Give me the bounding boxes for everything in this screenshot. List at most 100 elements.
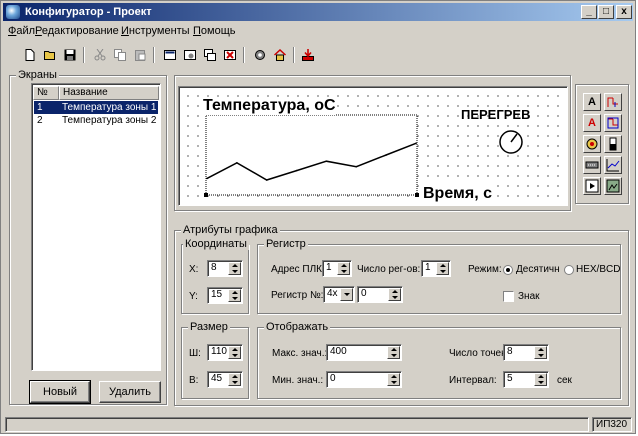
variable-text-icon [607,97,618,107]
spin-arrows[interactable] [337,262,350,275]
settings-button[interactable] [251,46,269,64]
text-tool[interactable]: A [583,93,601,111]
points-count-value: 8 [507,346,513,357]
plc-address-stepper[interactable]: 1 [322,260,352,277]
spin-arrows[interactable] [436,262,449,275]
spin-arrows[interactable] [388,288,401,301]
register-number-stepper[interactable]: 0 [357,286,403,303]
trend-icon [606,159,620,172]
bar-tool[interactable] [604,135,622,153]
indicator-tool[interactable] [583,135,601,153]
dynamic-text-icon: A [588,117,596,129]
screens-list[interactable]: № Название 1 Температура зоны 1 2 Темпер… [31,83,161,371]
sign-checkbox[interactable] [503,291,514,302]
display-label: Отображать [264,321,331,333]
data-point [236,162,238,164]
paste-button[interactable] [131,46,149,64]
cut-button[interactable] [91,46,109,64]
column-header-name[interactable]: Название [59,86,159,100]
x-label: X: [189,264,199,275]
chart-title: Температура, оС [203,97,336,115]
floppy-icon [64,49,76,61]
keypad-tool[interactable] [583,156,601,174]
height-stepper[interactable]: 45 [207,371,243,388]
download-button[interactable] [299,46,317,64]
min-value-stepper[interactable]: 0 [326,371,402,388]
interval-label: Интервал: [449,375,497,386]
row-name: Температура зоны 1 [62,102,157,113]
gauge-icon[interactable] [496,127,526,157]
main-window: Конфигуратор - Проект _ □ x Файл Редакти… [0,0,636,434]
title-bar[interactable]: Конфигуратор - Проект _ □ x [3,3,633,21]
list-item[interactable]: 2 Температура зоны 2 [34,114,158,127]
menu-tools[interactable]: Инструменты [121,25,190,37]
y-label: Y: [189,291,198,302]
width-stepper[interactable]: 110 [207,344,243,361]
spin-arrows[interactable] [387,373,400,386]
status-bar: ИП320 [3,416,633,433]
screen-settings-button[interactable] [181,46,199,64]
width-label: Ш: [189,348,201,359]
screen-copy-button[interactable] [201,46,219,64]
delete-screen-button[interactable] [221,46,239,64]
button-tool[interactable] [583,177,601,195]
close-button[interactable]: x [616,5,632,19]
data-point [355,165,358,168]
y-stepper[interactable]: 15 [207,287,243,304]
new-file-button[interactable] [21,46,39,64]
spin-arrows[interactable] [228,346,241,359]
menu-file[interactable]: Файл [8,25,35,37]
picture-tool[interactable] [604,177,622,195]
points-count-stepper[interactable]: 8 [503,344,549,361]
mode-decimal-label[interactable]: Десятичн [516,264,560,276]
mode-hex-radio[interactable] [564,265,574,275]
menu-help[interactable]: Помощь [193,25,236,37]
trend-tool[interactable] [604,156,622,174]
spin-arrows[interactable] [228,289,241,302]
home-button[interactable] [271,46,289,64]
screen-preview[interactable]: Температура, оС Время, с ПЕРЕГРЕВ [178,86,568,206]
variable-text-tool[interactable] [604,93,622,111]
copy-button[interactable] [111,46,129,64]
menu-bar: Файл Редактирование Инструменты Помощь [3,23,633,40]
minimize-button[interactable]: _ [581,5,597,19]
register-count-stepper[interactable]: 1 [421,260,451,277]
picture-icon [606,179,620,193]
chevron-down-icon[interactable] [340,288,353,301]
toolbar-separator [153,47,155,63]
maximize-button[interactable]: □ [598,5,614,19]
y-value: 15 [211,289,223,300]
dynamic-text-tool[interactable]: A [583,114,601,132]
scissors-icon [94,49,106,61]
row-number: 1 [37,102,43,113]
register-text-tool[interactable] [604,114,622,132]
keypad-icon [585,161,599,169]
delete-screen-list-button[interactable]: Удалить [99,381,161,403]
max-value-stepper[interactable]: 400 [326,344,402,361]
list-item[interactable]: 1 Температура зоны 1 [34,101,158,114]
mode-decimal-radio[interactable] [503,265,513,275]
mode-hex-label[interactable]: HEX/BCD [576,264,620,276]
save-button[interactable] [61,46,79,64]
spin-arrows[interactable] [534,346,547,359]
screens-label: Экраны [16,69,59,81]
open-button[interactable] [41,46,59,64]
new-screen-button[interactable]: Новый [29,380,91,404]
spin-arrows[interactable] [228,262,241,275]
spin-arrows[interactable] [387,346,400,359]
spin-arrows[interactable] [534,373,547,386]
add-screen-button[interactable] [161,46,179,64]
max-value: 400 [330,346,347,357]
register-type-select[interactable]: 4x [323,286,355,303]
x-stepper[interactable]: 8 [207,260,243,277]
resize-handle[interactable] [415,193,419,197]
resize-handle[interactable] [204,193,208,197]
spin-arrows[interactable] [228,373,241,386]
register-group: Регистр [257,238,621,314]
app-icon [6,5,20,19]
interval-stepper[interactable]: 5 [503,371,549,388]
menu-edit[interactable]: Редактирование [35,25,119,37]
column-header-number[interactable]: № [33,86,59,100]
sign-label[interactable]: Знак [518,291,540,303]
lamp-icon [586,138,598,150]
